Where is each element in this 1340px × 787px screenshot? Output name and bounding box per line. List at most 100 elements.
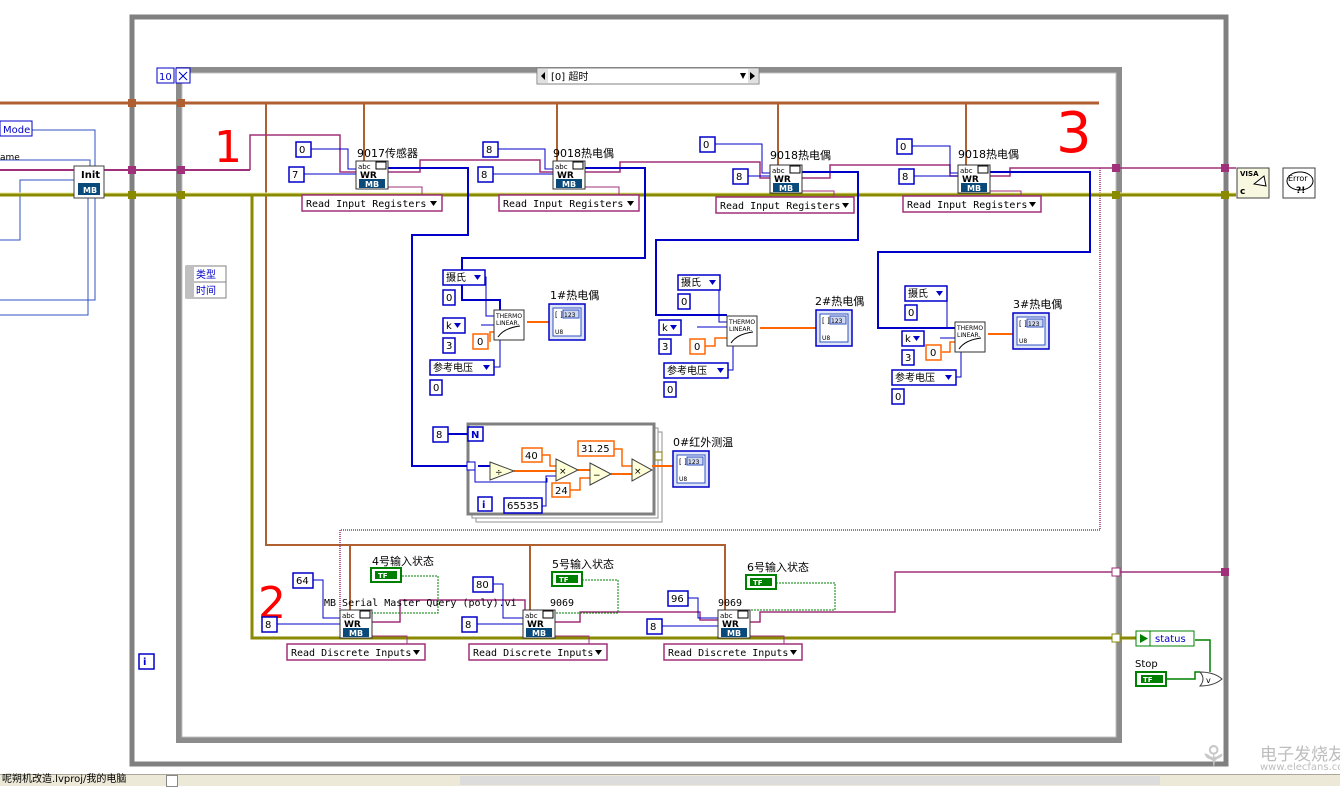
svg-text:N: N bbox=[471, 430, 479, 441]
register-count-const-value: 8 bbox=[736, 172, 742, 183]
svg-text:24: 24 bbox=[555, 486, 568, 497]
indicator-label: 6号输入状态 bbox=[747, 560, 809, 574]
svg-text:MB: MB bbox=[365, 180, 379, 189]
for-loop-tunnel[interactable] bbox=[654, 451, 663, 461]
vi-label: 9017传感器 bbox=[357, 147, 418, 160]
svg-text:U8: U8 bbox=[822, 335, 830, 342]
indicator-label: 5号输入状态 bbox=[552, 557, 614, 571]
start-address-const-value: 0 bbox=[703, 140, 709, 151]
status-bar: 呢朔机改造.lvproj/我的电脑 bbox=[0, 774, 1340, 787]
svg-text:abc: abc bbox=[555, 163, 568, 171]
svg-text:i: i bbox=[143, 657, 146, 668]
svg-text:TF: TF bbox=[753, 579, 763, 587]
function-code-ring-label: Read Discrete Inputs bbox=[473, 648, 593, 659]
function-code-ring-label: Read Input Registers bbox=[720, 201, 840, 212]
loop-tunnel[interactable] bbox=[128, 166, 136, 174]
svg-text:−: − bbox=[593, 471, 601, 481]
svg-text:÷: ÷ bbox=[495, 468, 503, 478]
or-function[interactable] bbox=[1198, 671, 1223, 687]
tc-type-value-value: 3 bbox=[905, 353, 911, 364]
svg-text:×: × bbox=[559, 467, 567, 477]
annotation-1: 1 bbox=[214, 122, 242, 173]
svg-text:123: 123 bbox=[688, 459, 700, 466]
watermark-logo-icon: ⚘ bbox=[1200, 740, 1227, 775]
svg-text:[ ]: [ ] bbox=[555, 311, 563, 319]
svg-text:[ ]: [ ] bbox=[822, 317, 830, 325]
auto-index-tunnel[interactable] bbox=[466, 461, 476, 471]
init-label: Init bbox=[81, 170, 100, 181]
input-count-const-value: 8 bbox=[650, 622, 656, 633]
function-code-ring-label: Read Discrete Inputs bbox=[291, 648, 411, 659]
start-address-const-value: 96 bbox=[671, 594, 684, 605]
tc-type-ring-label: k bbox=[662, 323, 668, 334]
input-count-const-value: 8 bbox=[465, 620, 471, 631]
mode-label: Mode bbox=[3, 125, 30, 136]
svg-text:×: × bbox=[634, 467, 642, 477]
svg-text:123: 123 bbox=[564, 312, 576, 319]
loop-tunnel[interactable] bbox=[1221, 568, 1229, 576]
svg-text:abc: abc bbox=[772, 167, 785, 175]
svg-text:MB: MB bbox=[727, 629, 741, 638]
unit-ring-label: 摄氏 bbox=[446, 271, 466, 284]
function-code-ring-label: Read Input Registers bbox=[907, 200, 1027, 211]
svg-text:MB: MB bbox=[532, 629, 546, 638]
indicator-label: 0#红外测温 bbox=[673, 436, 733, 449]
loop-tunnel[interactable] bbox=[128, 99, 136, 107]
unit-value-value: 0 bbox=[908, 308, 914, 319]
svg-text:[ ]: [ ] bbox=[679, 458, 687, 466]
svg-text:c: c bbox=[1240, 187, 1245, 197]
case-tunnel[interactable] bbox=[177, 99, 185, 107]
svg-text:TF: TF bbox=[559, 576, 569, 584]
svg-text:TF: TF bbox=[1143, 676, 1153, 684]
svg-text:abc: abc bbox=[358, 163, 371, 171]
project-path: 呢朔机改造.lvproj/我的电脑 bbox=[2, 774, 127, 785]
ref-voltage-ring-label: 参考电压 bbox=[895, 371, 935, 384]
case-tunnel[interactable] bbox=[1111, 567, 1121, 577]
case-tunnel[interactable] bbox=[177, 166, 185, 174]
loop-count-text: 10 bbox=[159, 72, 172, 83]
cluster-label-time: 时间 bbox=[196, 284, 216, 297]
error-label: Error bbox=[1288, 174, 1308, 183]
unit-value-value: 0 bbox=[446, 293, 452, 304]
n-count-const-value: 8 bbox=[436, 430, 442, 441]
input-count-const-value: 8 bbox=[265, 620, 271, 631]
case-tunnel[interactable] bbox=[177, 191, 185, 199]
path-arrow-icon[interactable] bbox=[166, 775, 178, 787]
case-tunnel[interactable] bbox=[1112, 191, 1120, 199]
status-label: status bbox=[1155, 634, 1186, 645]
indicator-label: 2#热电偶 bbox=[815, 295, 864, 308]
svg-text:123: 123 bbox=[1028, 321, 1040, 328]
vi-label: 9018热电偶 bbox=[958, 148, 1019, 161]
svg-text:0: 0 bbox=[694, 342, 700, 353]
svg-text:MB: MB bbox=[349, 629, 363, 638]
case-tunnel[interactable] bbox=[1112, 164, 1120, 172]
indicator-label: 3#热电偶 bbox=[1013, 298, 1062, 311]
modbus-block: 07abcWRMB9017传感器Read Input Registers bbox=[288, 141, 443, 212]
svg-text:TF: TF bbox=[378, 572, 388, 580]
thermocouple-block: 摄氏 0 k 3 参考电压 0 0 THERMOLINEAR. [ ] 123 U8 2#热电偶 bbox=[658, 274, 864, 398]
svg-text:MB: MB bbox=[562, 180, 576, 189]
tc-type-value-value: 3 bbox=[446, 341, 452, 352]
svg-text:U8: U8 bbox=[679, 476, 687, 483]
ref-voltage-value-value: 0 bbox=[667, 385, 673, 396]
visa-label: VISA bbox=[1240, 170, 1259, 178]
svg-text:123: 123 bbox=[831, 318, 843, 325]
function-code-ring-label: Read Discrete Inputs bbox=[668, 648, 788, 659]
const-65535-value: 65535 bbox=[507, 501, 539, 512]
loop-tunnel[interactable] bbox=[1221, 191, 1229, 199]
unit-ring-label: 摄氏 bbox=[681, 276, 701, 289]
svg-text:LINEAR.: LINEAR. bbox=[496, 320, 519, 327]
start-address-const-value: 80 bbox=[476, 580, 489, 591]
modbus-block: 08abcWRMB9018热电偶Read Input Registers bbox=[699, 136, 855, 214]
cluster-label-type: 类型 bbox=[196, 268, 216, 281]
loop-tunnel[interactable] bbox=[128, 191, 136, 199]
vi-label: 9018热电偶 bbox=[770, 149, 831, 162]
tc-type-ring-label: k bbox=[905, 334, 911, 345]
loop-tunnel[interactable] bbox=[1221, 164, 1229, 172]
indicator-label: 4号输入状态 bbox=[372, 554, 434, 568]
ref-voltage-value-value: 0 bbox=[433, 383, 439, 394]
start-address-const-value: 8 bbox=[486, 145, 492, 156]
ref-voltage-ring-label: 参考电压 bbox=[667, 364, 707, 377]
case-tunnel[interactable] bbox=[1111, 633, 1121, 643]
svg-text:i: i bbox=[482, 500, 485, 511]
